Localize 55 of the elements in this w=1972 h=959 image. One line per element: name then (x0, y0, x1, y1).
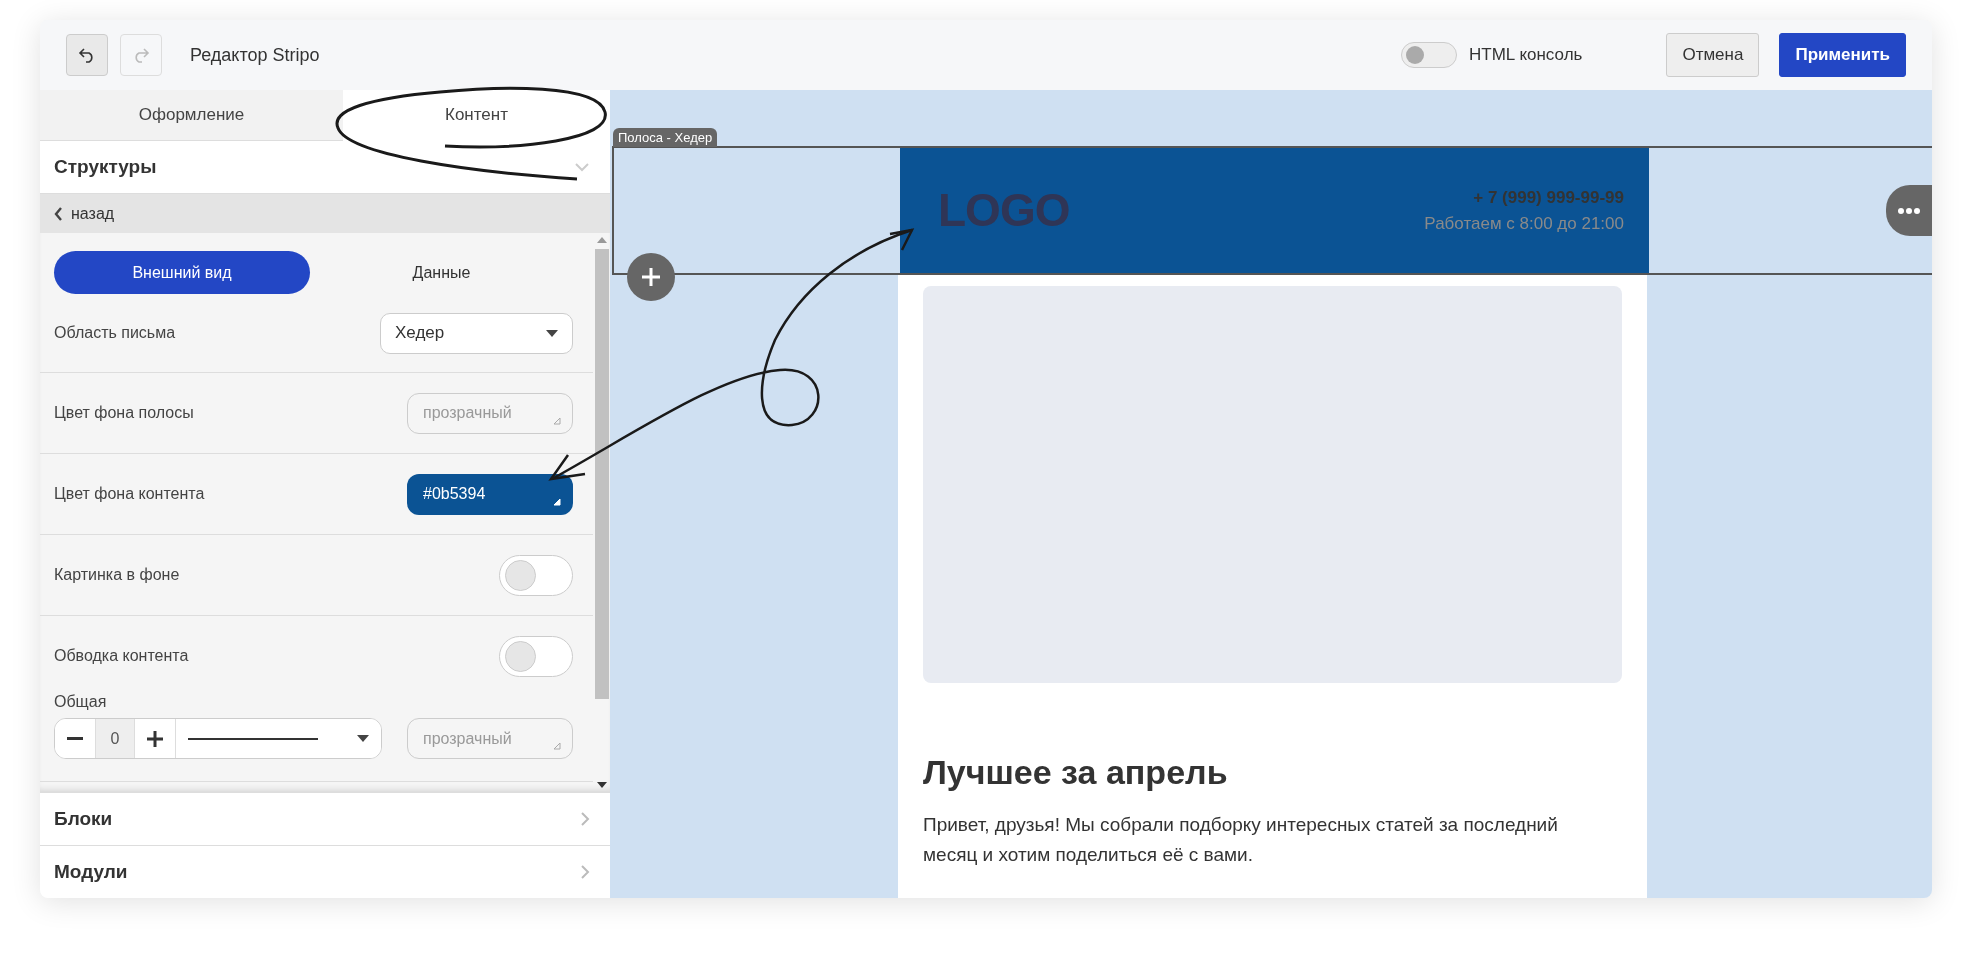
panel-tab[interactable]: Контент (343, 90, 610, 141)
undo-icon (78, 47, 96, 63)
window-title: Редактор Stripo (190, 43, 320, 67)
segment-tab[interactable]: Внешний вид (54, 251, 310, 294)
plus-icon (642, 268, 660, 286)
line-style-select[interactable] (175, 719, 381, 758)
scroll-down-icon[interactable] (596, 782, 607, 788)
strip-label: Полоса - Хедер (613, 128, 718, 147)
scroll-up-icon[interactable] (596, 237, 607, 243)
html-console-label: HTML консоль (1469, 44, 1583, 67)
working-hours: Работаем с 8:00 до 21:00 (1424, 212, 1624, 235)
segment-tab[interactable]: Данные (310, 251, 573, 294)
apply-button[interactable]: Применить (1779, 33, 1906, 77)
more-button[interactable] (1886, 185, 1932, 236)
chevron-left-icon (54, 206, 63, 221)
back-label: назад (71, 203, 115, 224)
toggle-switch[interactable] (499, 636, 573, 677)
undo-button[interactable] (66, 34, 108, 76)
toggle-switch[interactable] (499, 554, 573, 596)
section-header[interactable]: Модули (40, 845, 610, 898)
setting-label: Цвет фона контента (54, 484, 205, 504)
more-icon (1898, 207, 1920, 214)
phone-number: + 7 (999) 999-99-99 (1472, 187, 1624, 209)
color-field[interactable]: #0b5394 (407, 473, 573, 515)
cancel-button[interactable]: Отмена (1666, 33, 1760, 77)
resize-corner-icon (553, 742, 561, 750)
section-header[interactable]: Блоки (40, 792, 610, 845)
minus-icon (67, 736, 83, 741)
color-field[interactable]: прозрачный (407, 392, 573, 434)
caret-icon (357, 735, 369, 742)
section-header[interactable]: Структуры (40, 141, 610, 194)
redo-icon (132, 47, 150, 63)
article-text: Привет, друзья! Мы собрали подборку интересных статей за последний месяц и хотим поделиться её с вами. (923, 813, 1559, 867)
back-link[interactable]: назад (40, 194, 610, 233)
section-title: Структуры (54, 154, 157, 179)
resize-corner-icon (553, 497, 561, 506)
add-button[interactable] (627, 253, 675, 301)
setting-label: Картинка в фоне (54, 565, 180, 585)
logo: LOGO (938, 183, 1070, 238)
number-field[interactable]: 0 (95, 719, 135, 758)
setting-label: Цвет фона полосы (54, 403, 194, 423)
color-field[interactable]: прозрачный (407, 718, 573, 759)
chevron-icon (580, 811, 590, 827)
setting-label: Общая (54, 692, 108, 712)
setting-label: Обводка контента (54, 646, 189, 666)
section-title: Блоки (54, 806, 113, 831)
area-select[interactable]: Хедер (380, 312, 573, 354)
section-title: Модули (54, 859, 128, 884)
article-title: Лучшее за апрель (923, 752, 1229, 793)
caret-icon (546, 329, 558, 337)
resize-corner-icon (553, 416, 561, 425)
html-console-toggle[interactable] (1401, 42, 1457, 68)
setting-label: Область письма (54, 323, 176, 343)
chevron-icon (580, 864, 590, 880)
plus-icon (147, 730, 163, 747)
